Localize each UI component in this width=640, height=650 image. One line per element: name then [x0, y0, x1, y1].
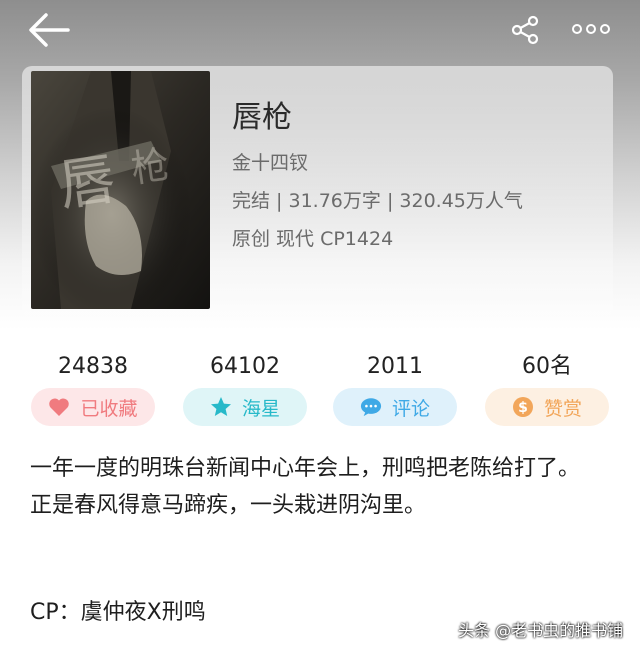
heart-icon — [48, 396, 70, 418]
star-icon — [210, 396, 232, 418]
more-dots-icon — [572, 24, 610, 34]
book-status: 完结 — [232, 190, 271, 212]
reward-button[interactable]: $ 赞赏 — [485, 388, 609, 426]
stat-label: 赞赏 — [543, 397, 582, 420]
cover-image: 唇 枪 — [31, 71, 210, 309]
meta-separator: | — [380, 190, 400, 212]
book-title: 唇枪 — [232, 100, 292, 135]
svg-text:唇: 唇 — [55, 147, 120, 219]
book-popularity: 320.45万人气 — [399, 190, 523, 212]
comment-button[interactable]: 评论 — [333, 388, 457, 426]
svg-text:$: $ — [518, 400, 528, 416]
share-button[interactable] — [506, 12, 544, 48]
top-bar — [0, 0, 640, 60]
stat-starfish: 64102 海星 — [175, 350, 315, 426]
stat-label: 已收藏 — [80, 397, 138, 420]
stat-label: 评论 — [391, 397, 430, 420]
stat-value: 64102 — [210, 354, 280, 379]
description-line: 正是春风得意马蹄疾，一头栽进阴沟里。 — [30, 493, 427, 518]
share-icon — [511, 15, 539, 45]
coin-icon: $ — [512, 396, 534, 418]
stat-value: 24838 — [58, 354, 128, 379]
book-meta: 完结 | 31.76万字 | 320.45万人气 — [232, 186, 523, 213]
book-word-count: 31.76万字 — [288, 190, 381, 212]
favorite-button[interactable]: 已收藏 — [31, 388, 155, 426]
book-description: 一年一度的明珠台新闻中心年会上，刑鸣把老陈给打了。 正是春风得意马蹄疾，一头栽进… — [30, 450, 590, 524]
arrow-left-icon — [29, 13, 70, 47]
stat-reward: 60名 $ 赞赏 — [477, 350, 617, 426]
back-button[interactable] — [22, 8, 74, 52]
more-button[interactable] — [566, 14, 616, 44]
description-line: 一年一度的明珠台新闻中心年会上，刑鸣把老陈给打了。 — [30, 456, 581, 481]
svg-text:枪: 枪 — [128, 142, 172, 191]
comment-icon — [360, 396, 382, 418]
stat-value: 2011 — [367, 354, 423, 379]
book-author[interactable]: 金十四钗 — [232, 148, 308, 175]
book-cover[interactable]: 唇 枪 — [31, 71, 210, 309]
starfish-button[interactable]: 海星 — [183, 388, 307, 426]
stat-favorites: 24838 已收藏 — [23, 350, 163, 426]
book-tags: 原创 现代 CP1424 — [232, 228, 394, 250]
meta-separator: | — [270, 190, 289, 212]
stat-comments: 2011 评论 — [325, 350, 465, 426]
watermark: 头条 @老书虫的推书铺 — [458, 621, 624, 640]
cp-info: CP：虞仲夜X刑鸣 — [30, 600, 206, 625]
stats-row: 24838 已收藏 64102 海星 2011 评论 60名 $ 赞赏 — [0, 350, 640, 430]
stat-value: 60名 — [522, 354, 572, 379]
stat-label: 海星 — [241, 397, 280, 420]
